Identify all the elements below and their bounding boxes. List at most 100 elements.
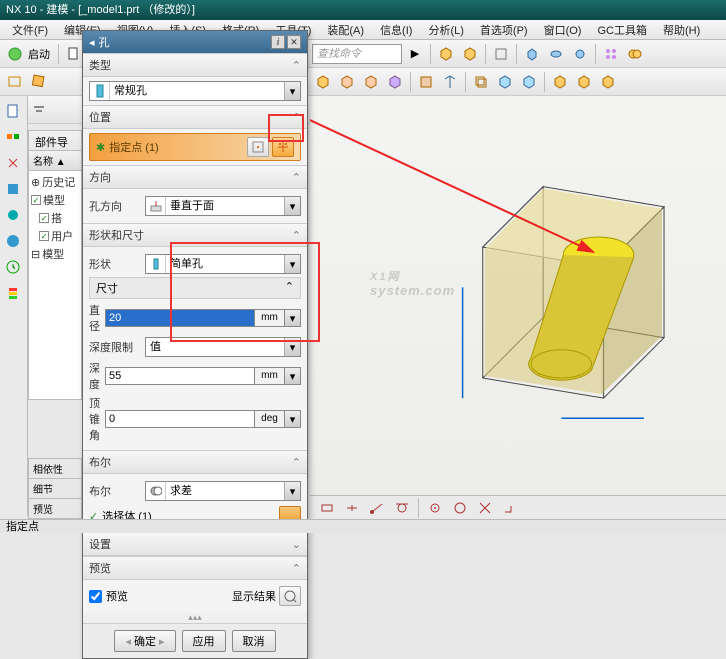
graphics-canvas[interactable] bbox=[310, 96, 726, 519]
diameter-input[interactable] bbox=[105, 309, 255, 327]
menu-assembly[interactable]: 装配(A) bbox=[319, 20, 372, 39]
bool-combo[interactable]: 求差 ▾ bbox=[145, 481, 301, 501]
section-type[interactable]: 类型⌃ bbox=[83, 53, 307, 77]
specify-point-row[interactable]: ✱指定点 (1) bbox=[89, 133, 301, 161]
menu-window[interactable]: 窗口(O) bbox=[536, 20, 590, 39]
assoc-icon[interactable] bbox=[597, 71, 619, 93]
diameter-unit: mm bbox=[255, 309, 285, 327]
chevron-up-icon: ⌃ bbox=[292, 229, 301, 242]
section-shape[interactable]: 形状和尺寸⌃ bbox=[83, 223, 307, 247]
sketch-point-button[interactable] bbox=[247, 137, 269, 157]
rail-roles-icon[interactable] bbox=[2, 282, 24, 304]
point-icon[interactable] bbox=[573, 71, 595, 93]
command-search[interactable]: 查找命令 bbox=[312, 44, 402, 64]
menu-gctoolbox[interactable]: GC工具箱 bbox=[589, 20, 655, 39]
tree-item[interactable]: ⊕ 历史记 bbox=[31, 173, 79, 191]
apply-button[interactable]: 应用 bbox=[182, 630, 226, 652]
offset-icon[interactable] bbox=[470, 71, 492, 93]
filter-icon[interactable] bbox=[28, 99, 50, 121]
launch-label: 启动 bbox=[28, 46, 50, 62]
dialog-help-icon[interactable]: ⅈ bbox=[271, 35, 285, 49]
trim-icon[interactable] bbox=[415, 71, 437, 93]
preview-chk-input[interactable] bbox=[89, 590, 102, 603]
preview-checkbox[interactable]: 预览 bbox=[89, 588, 128, 604]
type-combo[interactable]: 常规孔 ▾ bbox=[89, 81, 301, 101]
snap-end-icon[interactable] bbox=[366, 497, 388, 519]
unite-icon[interactable] bbox=[624, 43, 646, 65]
back-icon[interactable]: ◂ bbox=[89, 36, 95, 49]
chevron-down-icon: ▾ bbox=[284, 255, 300, 273]
dialog-close-icon[interactable]: ✕ bbox=[287, 35, 301, 49]
shape-combo[interactable]: 简单孔 ▾ bbox=[145, 254, 301, 274]
menu-analysis[interactable]: 分析(L) bbox=[420, 20, 471, 39]
sketch-icon[interactable] bbox=[4, 71, 26, 93]
nav-tree: ⊕ 历史记 ✓模型 ✓搭 ✓用户 ⊟ 模型 bbox=[29, 171, 81, 265]
draft-icon[interactable] bbox=[384, 71, 406, 93]
blend-icon[interactable] bbox=[336, 71, 358, 93]
tab-preview[interactable]: 预览 bbox=[28, 498, 82, 519]
dialog-titlebar[interactable]: ◂ 孔 ⅈ ✕ bbox=[83, 31, 307, 53]
face-icon[interactable] bbox=[490, 43, 512, 65]
section-direction[interactable]: 方向⌃ bbox=[83, 165, 307, 189]
rail-asm-icon[interactable] bbox=[2, 126, 24, 148]
wave-icon[interactable] bbox=[549, 71, 571, 93]
show-result-button[interactable] bbox=[279, 586, 301, 606]
rail-browser-icon[interactable] bbox=[2, 230, 24, 252]
tree-item[interactable]: ✓用户 bbox=[31, 227, 79, 245]
point-constructor-button[interactable] bbox=[272, 137, 294, 157]
snap-quad-icon[interactable] bbox=[449, 497, 471, 519]
snap-rect-icon[interactable] bbox=[316, 497, 338, 519]
depth-spin[interactable]: ▾ bbox=[285, 367, 301, 385]
rail-reuse-icon[interactable] bbox=[2, 178, 24, 200]
tree-item[interactable]: ✓搭 bbox=[31, 209, 79, 227]
chamfer-icon[interactable] bbox=[360, 71, 382, 93]
nav-column-name[interactable]: 名称 ▲ bbox=[29, 151, 81, 171]
section-boolean[interactable]: 布尔⌃ bbox=[83, 450, 307, 474]
shell-icon[interactable] bbox=[312, 71, 334, 93]
toolbar-right-1: 查找命令 ▶ bbox=[308, 40, 726, 68]
chevron-up-icon: ⌃ bbox=[292, 111, 301, 124]
snap-tan-icon[interactable] bbox=[391, 497, 413, 519]
cube-icon[interactable] bbox=[435, 43, 457, 65]
rail-nav-icon[interactable] bbox=[2, 100, 24, 122]
menu-file[interactable]: 文件(F) bbox=[4, 20, 56, 39]
rail-history-icon[interactable] bbox=[2, 256, 24, 278]
mirror-icon[interactable] bbox=[439, 71, 461, 93]
snap-int-icon[interactable] bbox=[474, 497, 496, 519]
hole-icon[interactable] bbox=[569, 43, 591, 65]
tree-item[interactable]: ✓模型 bbox=[31, 191, 79, 209]
snap-perp-icon[interactable] bbox=[499, 497, 521, 519]
depth-input[interactable] bbox=[105, 367, 255, 385]
snap-ctr-icon[interactable] bbox=[424, 497, 446, 519]
ok-button[interactable]: ◂确定▸ bbox=[114, 630, 175, 652]
launch-button[interactable] bbox=[4, 43, 26, 65]
rail-hd3d-icon[interactable] bbox=[2, 204, 24, 226]
cancel-button[interactable]: 取消 bbox=[232, 630, 276, 652]
tip-angle-spin[interactable]: ▾ bbox=[285, 410, 301, 428]
section-settings[interactable]: 设置⌄ bbox=[83, 532, 307, 556]
menu-prefs[interactable]: 首选项(P) bbox=[472, 20, 536, 39]
tab-dependency[interactable]: 相依性 bbox=[28, 458, 82, 479]
menu-help[interactable]: 帮助(H) bbox=[655, 20, 708, 39]
move-icon[interactable] bbox=[494, 71, 516, 93]
tip-angle-input[interactable] bbox=[105, 410, 255, 428]
extrude-icon[interactable] bbox=[521, 43, 543, 65]
copy-icon[interactable] bbox=[518, 71, 540, 93]
search-go-icon[interactable]: ▶ bbox=[404, 43, 426, 65]
section-position[interactable]: 位置⌃ bbox=[83, 105, 307, 129]
revolve-icon[interactable] bbox=[545, 43, 567, 65]
datum-icon[interactable] bbox=[28, 71, 50, 93]
tab-detail[interactable]: 细节 bbox=[28, 478, 82, 499]
diameter-spin[interactable]: ▾ bbox=[285, 309, 301, 327]
rail-constraint-icon[interactable] bbox=[2, 152, 24, 174]
snap-mid-icon[interactable] bbox=[341, 497, 363, 519]
tree-item[interactable]: ⊟ 模型 bbox=[31, 245, 79, 263]
dialog-resize-grip[interactable]: ▴▴▴ bbox=[83, 612, 307, 623]
menu-info[interactable]: 信息(I) bbox=[372, 20, 420, 39]
cube2-icon[interactable] bbox=[459, 43, 481, 65]
section-preview[interactable]: 预览⌃ bbox=[83, 556, 307, 580]
pattern-icon[interactable] bbox=[600, 43, 622, 65]
direction-combo[interactable]: 垂直于面 ▾ bbox=[145, 196, 301, 216]
depth-limit-combo[interactable]: 值 ▾ bbox=[145, 337, 301, 357]
dimensions-subheader[interactable]: 尺寸⌃ bbox=[89, 277, 301, 299]
